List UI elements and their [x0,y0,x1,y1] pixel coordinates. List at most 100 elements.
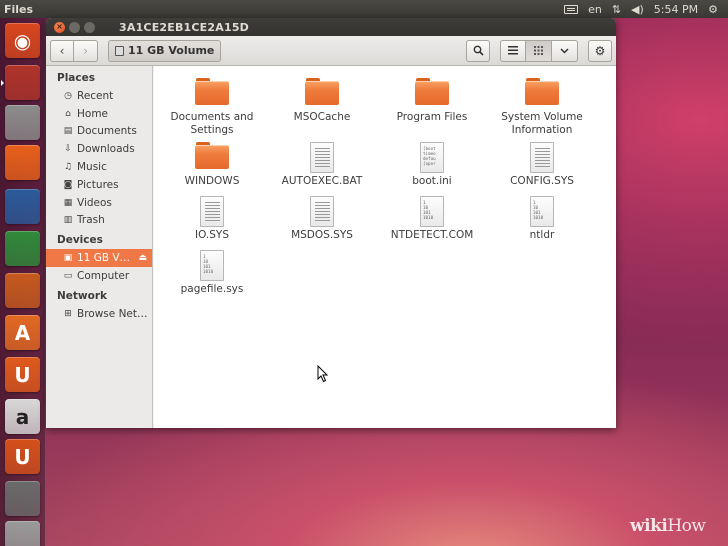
sidebar-item-place[interactable]: ▥ Trash [46,212,152,230]
drive-icon: ▣ [63,253,73,264]
sidebar-item-label: Music [77,161,107,174]
sidebar-item-label: Pictures [77,178,119,191]
sidebar-item-place[interactable]: ◙ Pictures [46,176,152,194]
folder-icon [305,78,339,105]
file-item[interactable]: [boot timeo defau [oper boot.ini [377,142,487,188]
sidebar-item-label: Trash [77,214,105,227]
file-item[interactable]: System Volume Information [487,78,597,136]
chevron-right-icon: › [83,43,88,58]
clock-icon: ◷ [64,90,72,101]
file-manager-window: × 3A1CE2EB1CE2A15D ‹ › 11 GB Volume ⚙ Pl… [46,18,616,428]
back-button[interactable]: ‹ [50,39,74,62]
file-item[interactable]: Documents and Settings [157,78,267,136]
sidebar-item-label: Videos [77,196,112,209]
film-icon: ▦ [63,197,73,208]
view-options-button[interactable] [552,39,578,62]
system-tray: en ⇅ ◀) 5:54 PM ⚙ [564,3,728,16]
file-name: AUTOEXEC.BAT [281,175,363,187]
file-name: MSOCache [293,111,351,123]
home-icon: ⌂ [65,108,71,119]
file-name: System Volume Information [501,111,583,136]
sidebar-item-place[interactable]: ▤ Documents [46,123,152,141]
sidebar-item-place[interactable]: ⇩ Downloads [46,140,152,158]
volume-indicator[interactable]: ◀) [631,3,644,16]
launcher-libreoffice-writer[interactable] [5,189,40,224]
network-indicator[interactable]: ⇅ [612,3,621,16]
file-item[interactable]: 1 10 101 1010 ntldr [487,196,597,242]
text-file-icon [310,142,334,173]
eject-icon[interactable]: ⏏ [138,253,147,263]
sidebar: Places ◷ Recent ⌂ Home ▤ Documents ⇩ Downloads ♫ M… [46,66,153,428]
keyboard-icon [564,4,579,14]
sidebar-item-place[interactable]: ▦ Videos [46,194,152,212]
file-name: IO.SYS [194,229,230,241]
binary-file-icon: 1 10 101 1010 [200,250,224,281]
sidebar-item-network[interactable]: ⊞ Browse Net… [46,305,152,323]
session-indicator[interactable]: ⚙ [708,3,718,16]
file-name: ntldr [529,229,555,241]
launcher-firefox[interactable] [5,145,40,180]
sidebar-item-label: Home [77,107,109,120]
search-button[interactable] [466,39,490,62]
path-bar-button[interactable]: 11 GB Volume [108,39,222,62]
launcher-drive[interactable] [5,521,40,546]
launcher-file-cabinet[interactable] [5,105,40,140]
launcher-ubuntu-one-music[interactable]: U [5,439,40,474]
file-view[interactable]: Documents and Settings MSOCache Program Fi… [154,66,616,428]
clock[interactable]: 5:54 PM [654,3,698,16]
title-bar[interactable]: × 3A1CE2EB1CE2A15D [46,18,616,36]
file-item[interactable]: AUTOEXEC.BAT [267,142,377,188]
network-arrows-icon: ⇅ [611,2,622,16]
file-name: CONFIG.SYS [510,175,574,187]
list-view-button[interactable] [500,39,526,62]
file-item[interactable]: MSOCache [267,78,377,124]
grid-view-button[interactable] [526,39,552,62]
file-item[interactable]: 1 10 101 1010 pagefile.sys [157,250,267,296]
file-item[interactable]: 1 10 101 1010 NTDETECT.COM [377,196,487,242]
file-item[interactable]: IO.SYS [157,196,267,242]
launcher-ubuntu-one[interactable]: U [5,357,40,392]
launcher-system-settings[interactable] [5,481,40,516]
folder-icon [415,78,449,105]
power-gear-icon: ⚙ [708,2,718,16]
music-icon: ♫ [63,162,73,173]
sidebar-item-label: Downloads [77,143,135,156]
sidebar-item-device[interactable]: ▣ 11 GB V… ⏏ [46,249,152,268]
dash-home-icon: ◉ [13,28,32,53]
language-indicator[interactable]: en [588,3,602,16]
maximize-button[interactable] [84,21,95,33]
document-icon: ▤ [63,126,73,137]
sidebar-item-place[interactable]: ♫ Music [46,158,152,176]
file-item[interactable]: MSDOS.SYS [267,196,377,242]
sidebar-item-label: Recent [77,89,114,102]
download-icon: ⇩ [64,144,72,155]
places-heading: Places [57,72,95,84]
file-item[interactable]: Program Files [377,78,487,124]
sidebar-item-place[interactable]: ◷ Recent [46,87,152,105]
speaker-icon: ◀) [631,2,644,16]
close-icon: × [56,22,63,31]
settings-menu-button[interactable]: ⚙ [588,39,612,62]
sidebar-item-place[interactable]: ⌂ Home [46,105,152,123]
forward-button[interactable]: › [74,39,98,62]
launcher-software-center[interactable]: A [5,315,40,350]
file-item[interactable]: WINDOWS [157,142,267,188]
sidebar-item-label: Browse Net… [77,307,148,320]
launcher-dash-home[interactable]: ◉ [5,23,40,58]
launcher-amazon[interactable]: a [5,399,40,434]
amazon-icon: a [15,404,30,429]
keyboard-indicator[interactable] [564,4,579,14]
launcher-files-app[interactable] [1,65,40,100]
file-name: WINDOWS [184,175,240,187]
sidebar-item-device[interactable]: ▭ Computer [46,267,152,285]
file-item[interactable]: CONFIG.SYS [487,142,597,188]
launcher-libreoffice-impress[interactable] [5,273,40,308]
text-file-icon [530,142,554,173]
binary-file-icon: 1 10 101 1010 [530,196,554,227]
launcher-libreoffice-calc[interactable] [5,231,40,266]
path-bar-label: 11 GB Volume [128,44,215,57]
text-file-icon [310,196,334,227]
file-name: pagefile.sys [180,283,244,295]
close-button[interactable]: × [54,21,65,33]
minimize-button[interactable] [69,21,80,33]
